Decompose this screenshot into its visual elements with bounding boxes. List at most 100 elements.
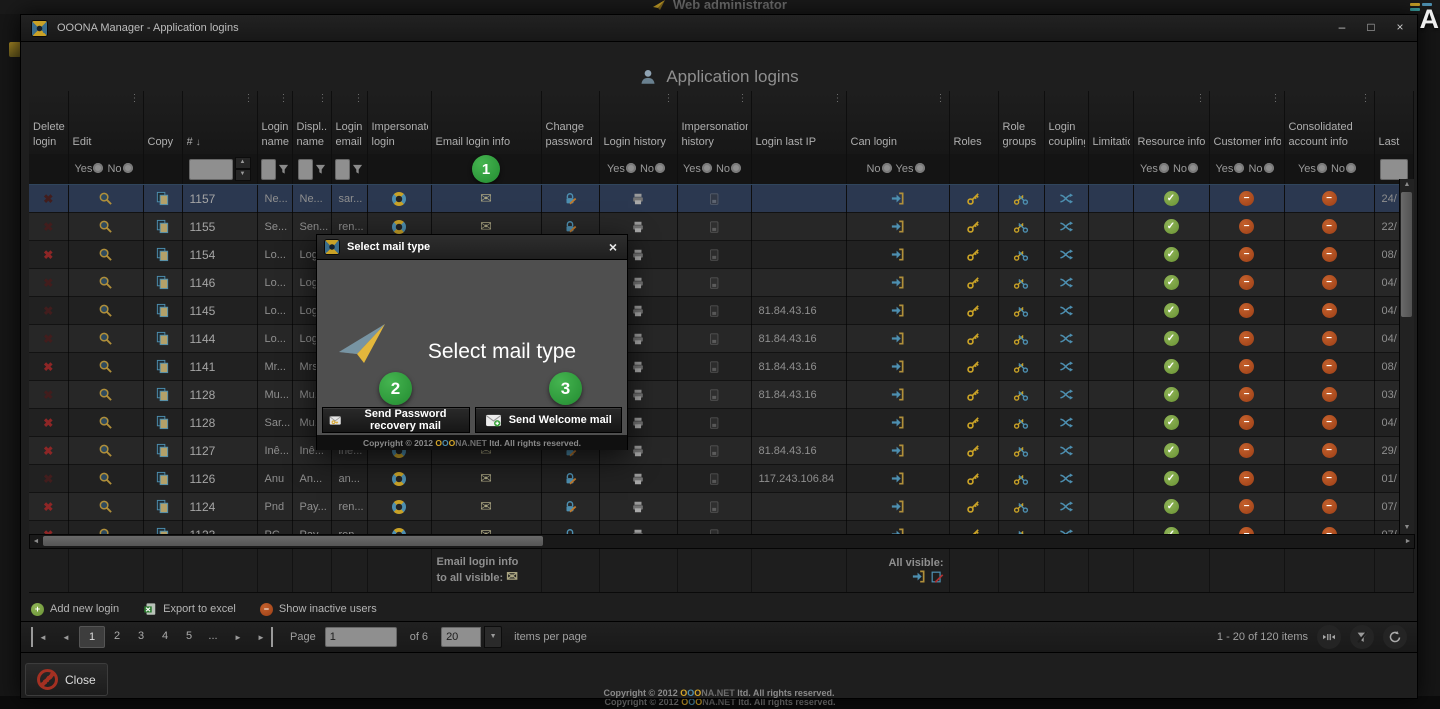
col-login-coupling[interactable]: Logincoupling	[1044, 91, 1088, 154]
add-new-login-button[interactable]: + Add new login	[31, 603, 119, 616]
cell-delete[interactable]: ✖	[29, 325, 68, 353]
page-button-5[interactable]: 5	[177, 626, 201, 646]
filter-radio-yes[interactable]: Yes	[683, 163, 716, 175]
minus-icon[interactable]: −	[1322, 219, 1337, 234]
cell-delete[interactable]: ✖	[29, 409, 68, 437]
horizontal-scrollbar[interactable]: ◄ ►	[29, 534, 1415, 549]
filter-radio-no[interactable]: No	[107, 163, 136, 175]
grid-row[interactable]: ✖1126AnuAn...an...✉117.243.106.84✓−−01/	[29, 465, 1413, 493]
cell-resource-info[interactable]: ✓	[1133, 381, 1209, 409]
cell-delete[interactable]: ✖	[29, 213, 68, 241]
cell-consolidated-account-info[interactable]: −	[1284, 381, 1374, 409]
cell-roles[interactable]	[949, 353, 998, 381]
cell-consolidated-account-info[interactable]: −	[1284, 437, 1374, 465]
filter-resource-info[interactable]: YesNo	[1133, 154, 1209, 185]
cell-login-coupling[interactable]	[1044, 437, 1088, 465]
cell-roles[interactable]	[949, 241, 998, 269]
page-button-2[interactable]: 2	[105, 626, 129, 646]
cell-edit[interactable]	[68, 353, 143, 381]
cell-can-login[interactable]	[846, 185, 949, 213]
cell-limitation[interactable]	[1088, 213, 1133, 241]
impersonate-icon[interactable]	[392, 192, 406, 206]
minimize-button[interactable]: –	[1335, 20, 1349, 34]
filter-radio-yes[interactable]: Yes	[1298, 163, 1331, 175]
cell-resource-info[interactable]: ✓	[1133, 353, 1209, 381]
cell-role-groups[interactable]	[998, 381, 1044, 409]
cell-email-login-info[interactable]: ✉	[431, 493, 541, 521]
col-num[interactable]: ⋮#↓	[182, 91, 257, 154]
check-icon[interactable]: ✓	[1164, 443, 1179, 458]
cell-copy[interactable]	[143, 269, 182, 297]
text-filter-input[interactable]	[298, 159, 313, 180]
minus-icon[interactable]: −	[1322, 331, 1337, 346]
cell-login-history[interactable]	[599, 465, 677, 493]
cell-consolidated-account-info[interactable]: −	[1284, 325, 1374, 353]
cell-roles[interactable]	[949, 437, 998, 465]
cell-consolidated-account-info[interactable]: −	[1284, 269, 1374, 297]
impersonate-icon[interactable]	[392, 220, 406, 234]
minus-icon[interactable]: −	[1322, 387, 1337, 402]
cell-limitation[interactable]	[1088, 353, 1133, 381]
filter-radio-no[interactable]: No	[1331, 163, 1360, 175]
check-icon[interactable]: ✓	[1164, 303, 1179, 318]
cell-limitation[interactable]	[1088, 297, 1133, 325]
cell-consolidated-account-info[interactable]: −	[1284, 297, 1374, 325]
cell-resource-info[interactable]: ✓	[1133, 325, 1209, 353]
filter-radio-no[interactable]: No	[1173, 163, 1202, 175]
col-impersonate-login[interactable]: Impersonatelogin	[367, 91, 431, 154]
cell-limitation[interactable]	[1088, 325, 1133, 353]
cell-copy[interactable]	[143, 465, 182, 493]
cell-delete[interactable]: ✖	[29, 465, 68, 493]
col-impersonation-history[interactable]: ⋮Impersonationhistory	[677, 91, 751, 154]
cell-delete[interactable]: ✖	[29, 437, 68, 465]
text-filter-input[interactable]	[335, 159, 350, 180]
filter-input[interactable]	[1380, 159, 1408, 180]
col-login-last-ip[interactable]: ⋮Login last IP	[751, 91, 846, 154]
filter-radio-yes[interactable]: Yes	[74, 163, 107, 175]
page-button-1[interactable]: 1	[79, 626, 105, 648]
filter-radio-no[interactable]: No	[1248, 163, 1277, 175]
minus-icon[interactable]: −	[1239, 331, 1254, 346]
filter-login-history[interactable]: YesNo	[599, 154, 677, 185]
grid-row[interactable]: ✖1141Mr...Mrs...✉81.84.43.16✓−−08/	[29, 353, 1413, 381]
show-inactive-users-button[interactable]: − Show inactive users	[260, 603, 377, 616]
minus-icon[interactable]: −	[1239, 471, 1254, 486]
number-filter-input[interactable]	[189, 159, 233, 180]
cell-can-login[interactable]	[846, 213, 949, 241]
cell-resource-info[interactable]: ✓	[1133, 297, 1209, 325]
delete-icon[interactable]: ✖	[43, 472, 53, 486]
col-limitation[interactable]: Limitation	[1088, 91, 1133, 154]
filter-edit[interactable]: YesNo	[68, 154, 143, 185]
minus-icon[interactable]: −	[1322, 191, 1337, 206]
cell-edit[interactable]	[68, 269, 143, 297]
cell-copy[interactable]	[143, 353, 182, 381]
cell-impersonation-history[interactable]	[677, 353, 751, 381]
cell-consolidated-account-info[interactable]: −	[1284, 353, 1374, 381]
maximize-button[interactable]: □	[1364, 20, 1378, 34]
cell-email-login-info[interactable]: ✉	[431, 185, 541, 213]
cell-can-login[interactable]	[846, 493, 949, 521]
cell-impersonation-history[interactable]	[677, 381, 751, 409]
cell-login-coupling[interactable]	[1044, 325, 1088, 353]
minus-icon[interactable]: −	[1239, 443, 1254, 458]
cell-limitation[interactable]	[1088, 409, 1133, 437]
cell-delete[interactable]: ✖	[29, 185, 68, 213]
cell-can-login[interactable]	[846, 409, 949, 437]
filter-email-login-info[interactable]: 1	[431, 154, 541, 185]
cell-customer-info[interactable]: −	[1209, 493, 1284, 521]
minus-icon[interactable]: −	[1239, 275, 1254, 290]
check-icon[interactable]: ✓	[1164, 415, 1179, 430]
cell-role-groups[interactable]	[998, 213, 1044, 241]
cell-customer-info[interactable]: −	[1209, 465, 1284, 493]
cell-consolidated-account-info[interactable]: −	[1284, 213, 1374, 241]
cell-login-coupling[interactable]	[1044, 465, 1088, 493]
impersonate-icon[interactable]	[392, 472, 406, 486]
cell-edit[interactable]	[68, 493, 143, 521]
check-icon[interactable]: ✓	[1164, 331, 1179, 346]
minus-icon[interactable]: −	[1239, 359, 1254, 374]
delete-icon[interactable]: ✖	[43, 416, 53, 430]
delete-icon[interactable]: ✖	[43, 388, 53, 402]
export-to-excel-button[interactable]: Export to excel	[143, 602, 236, 616]
grid-row[interactable]: ✖1144Lo...Log...✉81.84.43.16✓−−04/	[29, 325, 1413, 353]
cell-roles[interactable]	[949, 409, 998, 437]
